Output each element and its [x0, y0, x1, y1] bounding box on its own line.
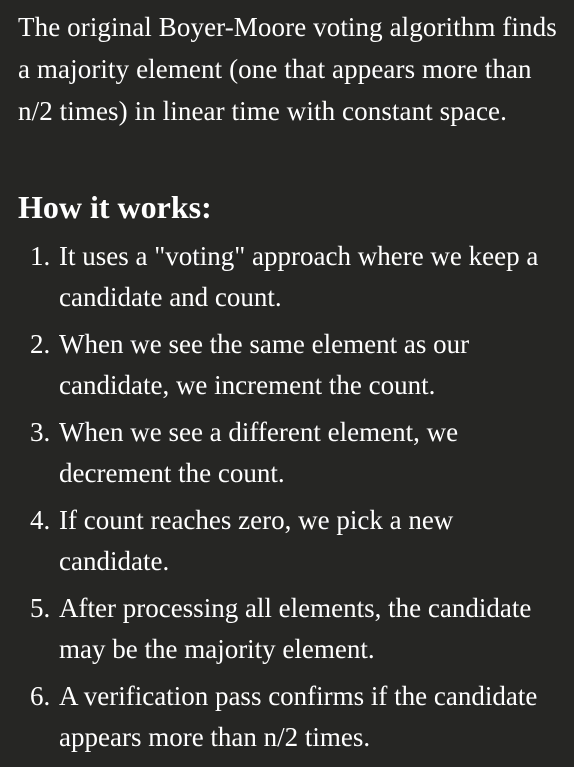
intro-paragraph: The original Boyer-Moore voting algorith…: [18, 12, 557, 126]
list-item-text: If count reaches zero, we pick a new can…: [59, 505, 454, 576]
list-item-text: After processing all elements, the candi…: [59, 593, 532, 664]
list-item-text: It uses a "voting" approach where we kee…: [59, 241, 539, 312]
section-heading: How it works:: [18, 189, 212, 225]
list-item: 1. It uses a "voting" approach where we …: [0, 236, 574, 318]
list-item: 5. After processing all elements, the ca…: [0, 588, 574, 670]
list-item-number: 6.: [30, 681, 51, 711]
list-item-number: 2.: [30, 329, 51, 359]
list-item-number: 3.: [30, 417, 51, 447]
message-content: The original Boyer-Moore voting algorith…: [0, 0, 574, 767]
list-item-number: 4.: [30, 505, 51, 535]
list-item-number: 1.: [30, 241, 51, 271]
list-item-number: 5.: [30, 593, 51, 623]
list-item-text: When we see the same element as our cand…: [59, 329, 470, 400]
list-item-text: When we see a different element, we decr…: [59, 417, 459, 488]
list-item: 6. A verification pass confirms if the c…: [0, 676, 574, 758]
steps-list: 1. It uses a "voting" approach where we …: [0, 236, 574, 764]
list-item: 4. If count reaches zero, we pick a new …: [0, 500, 574, 582]
list-item: 2. When we see the same element as our c…: [0, 324, 574, 406]
list-item-text: A verification pass confirms if the cand…: [59, 681, 538, 752]
list-item: 3. When we see a different element, we d…: [0, 412, 574, 494]
